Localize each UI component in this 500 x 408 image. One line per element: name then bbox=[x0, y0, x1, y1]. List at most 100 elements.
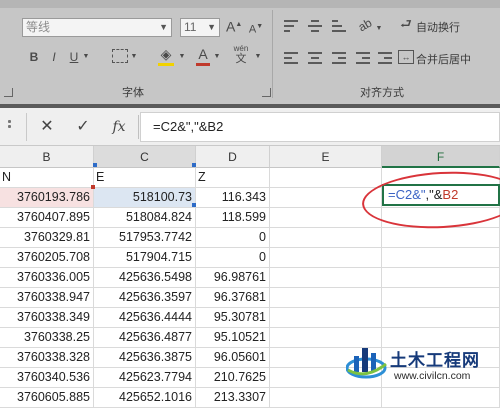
cell[interactable]: 210.7625 bbox=[196, 368, 270, 388]
chevron-down-icon[interactable]: ▼ bbox=[254, 50, 262, 64]
cell[interactable]: 3760329.81 bbox=[0, 228, 94, 248]
cell[interactable] bbox=[382, 268, 500, 288]
font-name-dropdown[interactable]: 等线 ▼ bbox=[22, 18, 172, 37]
align-center-icon[interactable] bbox=[308, 52, 322, 64]
increase-indent-icon[interactable] bbox=[378, 52, 392, 64]
cell[interactable] bbox=[382, 228, 500, 248]
column-header-b[interactable]: B bbox=[0, 146, 94, 168]
cell[interactable]: 3760338.947 bbox=[0, 288, 94, 308]
cell[interactable]: N bbox=[0, 168, 94, 188]
cell[interactable]: 3760205.708 bbox=[0, 248, 94, 268]
cell[interactable]: 95.30781 bbox=[196, 308, 270, 328]
align-right-icon[interactable] bbox=[332, 52, 346, 64]
font-size-value: 11 bbox=[184, 20, 197, 34]
cell[interactable]: 118.599 bbox=[196, 208, 270, 228]
cell[interactable]: 96.05601 bbox=[196, 348, 270, 368]
cell[interactable]: 518084.824 bbox=[94, 208, 196, 228]
cell[interactable]: 0 bbox=[196, 248, 270, 268]
align-left-icon[interactable] bbox=[284, 52, 298, 64]
cell[interactable] bbox=[270, 228, 382, 248]
font-color-bar bbox=[196, 63, 210, 66]
cell[interactable] bbox=[270, 268, 382, 288]
cell[interactable] bbox=[382, 308, 500, 328]
cell[interactable]: 3760338.349 bbox=[0, 308, 94, 328]
font-name-value: 等线 bbox=[26, 20, 51, 34]
cell[interactable] bbox=[270, 308, 382, 328]
chevron-down-icon[interactable]: ▼ bbox=[130, 50, 138, 64]
italic-button[interactable]: I bbox=[48, 50, 60, 64]
cell[interactable]: 3760338.328 bbox=[0, 348, 94, 368]
cell[interactable]: 116.343 bbox=[196, 188, 270, 208]
decrease-indent-icon[interactable] bbox=[356, 52, 370, 64]
borders-icon[interactable] bbox=[112, 49, 128, 63]
align-bottom-icon[interactable] bbox=[332, 20, 346, 32]
cell[interactable]: 0 bbox=[196, 228, 270, 248]
ribbon-top-strip bbox=[0, 0, 500, 8]
cell[interactable]: Z bbox=[196, 168, 270, 188]
cell[interactable]: 425636.4877 bbox=[94, 328, 196, 348]
column-header-f[interactable]: F bbox=[382, 146, 500, 168]
formula-input[interactable]: =C2&","&B2 bbox=[140, 112, 500, 142]
cell[interactable]: 425636.3875 bbox=[94, 348, 196, 368]
cell[interactable]: 517904.715 bbox=[94, 248, 196, 268]
chevron-down-icon[interactable]: ▼ bbox=[213, 50, 221, 64]
cell[interactable] bbox=[270, 248, 382, 268]
cell[interactable]: 3760407.895 bbox=[0, 208, 94, 228]
cell[interactable] bbox=[382, 248, 500, 268]
wrap-text-button[interactable]: 自动换行 bbox=[416, 19, 460, 35]
insert-function-button[interactable]: fx bbox=[106, 115, 132, 139]
cell[interactable]: 3760336.005 bbox=[0, 268, 94, 288]
merge-center-button[interactable]: 合并后居中 bbox=[416, 51, 471, 67]
range-handle-blue bbox=[93, 163, 97, 167]
cell[interactable]: 425623.7794 bbox=[94, 368, 196, 388]
wrap-text-icon[interactable]: ⮐ bbox=[398, 17, 414, 31]
column-header-e[interactable]: E bbox=[270, 146, 382, 168]
bold-button[interactable]: B bbox=[28, 50, 40, 64]
font-dialog-launcher-icon[interactable] bbox=[262, 88, 271, 97]
cell[interactable]: 517953.7742 bbox=[94, 228, 196, 248]
cell[interactable]: 425636.5498 bbox=[94, 268, 196, 288]
align-middle-icon[interactable] bbox=[308, 20, 322, 32]
ribbon: 等线 ▼ 11 ▼ A▲ A▼ B I U ▼ ▼ ◈ ▼ A ▼ wén 文 … bbox=[0, 0, 500, 104]
clipboard-dialog-launcher-icon[interactable] bbox=[4, 88, 13, 97]
phonetic-bottom-text: 文 bbox=[235, 53, 247, 65]
cell[interactable] bbox=[382, 288, 500, 308]
cell[interactable]: 3760193.786 bbox=[0, 188, 94, 208]
column-header-d[interactable]: D bbox=[196, 146, 270, 168]
underline-button[interactable]: U bbox=[68, 50, 80, 64]
chevron-down-icon[interactable]: ▼ bbox=[375, 22, 383, 36]
cell[interactable]: 518100.73 bbox=[94, 188, 196, 208]
align-top-icon[interactable] bbox=[284, 20, 298, 32]
grow-font-button[interactable]: A▲ bbox=[226, 18, 242, 34]
cell[interactable]: E bbox=[94, 168, 196, 188]
fill-color-icon[interactable]: ◈ bbox=[158, 47, 174, 61]
orientation-icon[interactable]: ab bbox=[354, 14, 377, 35]
cell[interactable]: 3760338.25 bbox=[0, 328, 94, 348]
cell[interactable]: 425636.3597 bbox=[94, 288, 196, 308]
shrink-font-button[interactable]: A▼ bbox=[248, 20, 264, 37]
cell[interactable]: 3760605.885 bbox=[0, 388, 94, 408]
chevron-down-icon[interactable]: ▼ bbox=[82, 50, 90, 64]
chevron-down-icon[interactable]: ▼ bbox=[178, 50, 186, 64]
cell[interactable]: 96.98761 bbox=[196, 268, 270, 288]
cell[interactable] bbox=[270, 288, 382, 308]
formula-bar-divider bbox=[26, 113, 27, 141]
watermark-url: www.civilcn.com bbox=[394, 370, 471, 382]
cell[interactable]: 95.10521 bbox=[196, 328, 270, 348]
enter-button[interactable]: ✓ bbox=[70, 115, 96, 139]
font-size-dropdown[interactable]: 11 ▼ bbox=[180, 18, 220, 37]
cancel-button[interactable]: ✕ bbox=[34, 115, 60, 139]
cell[interactable]: 96.37681 bbox=[196, 288, 270, 308]
cell[interactable]: 425652.1016 bbox=[94, 388, 196, 408]
phonetic-guide-button[interactable]: wén 文 bbox=[232, 44, 250, 65]
cell[interactable] bbox=[270, 168, 382, 188]
grip-handle-icon[interactable] bbox=[8, 120, 12, 134]
merge-center-icon[interactable]: ↔ bbox=[398, 50, 414, 64]
column-header-c[interactable]: C bbox=[94, 146, 196, 168]
cell[interactable]: 3760340.536 bbox=[0, 368, 94, 388]
cell[interactable]: 425636.4444 bbox=[94, 308, 196, 328]
chevron-down-icon: ▼ bbox=[159, 22, 168, 32]
ribbon-separator bbox=[272, 10, 273, 98]
font-color-button[interactable]: A bbox=[196, 47, 210, 61]
cell[interactable]: 213.3307 bbox=[196, 388, 270, 408]
